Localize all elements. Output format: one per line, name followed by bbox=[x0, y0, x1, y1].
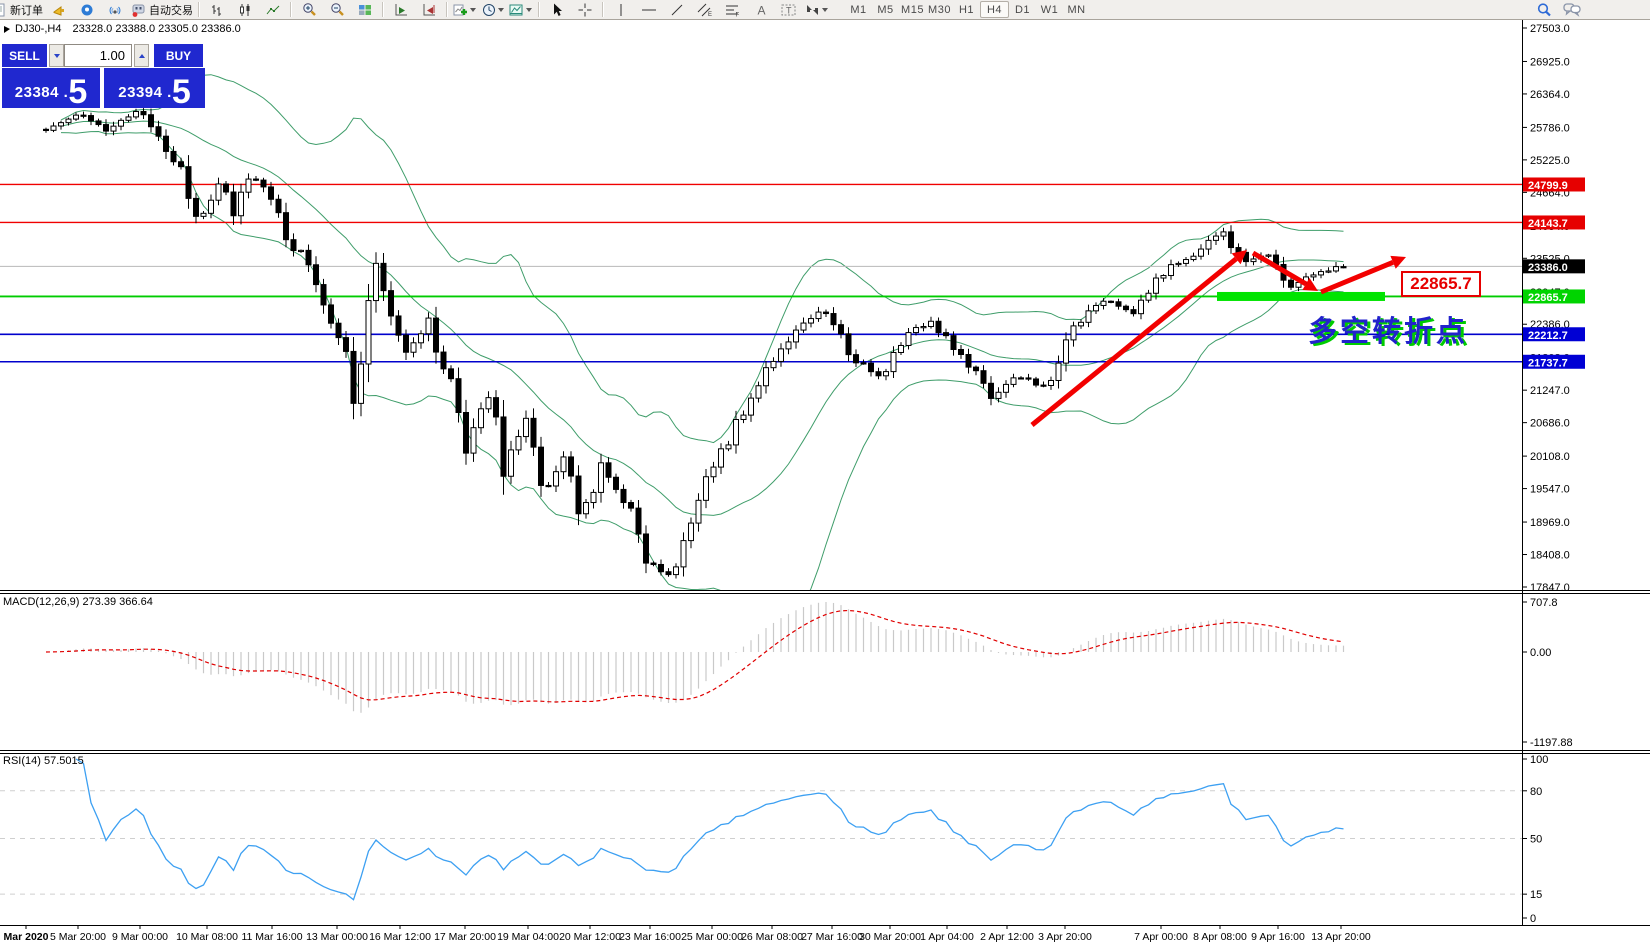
trend-arrow bbox=[1253, 253, 1306, 284]
date-axis-label: 2 Apr 12:00 bbox=[980, 931, 1034, 943]
chart-canvas[interactable]: 27503.026925.026364.025786.025225.024664… bbox=[0, 0, 1650, 946]
main-price-pane[interactable] bbox=[0, 75, 1522, 627]
date-axis-label: 9 Apr 16:00 bbox=[1251, 931, 1305, 943]
price-axis-label: 0 bbox=[1530, 913, 1536, 925]
symbol-marker-icon bbox=[4, 26, 10, 33]
price-axis-label: 18408.0 bbox=[1530, 550, 1570, 562]
price-tag-text: 22865.7 bbox=[1528, 292, 1568, 304]
price-axis-label: 26925.0 bbox=[1530, 56, 1570, 68]
date-axis-label: 13 Mar 00:00 bbox=[306, 931, 368, 943]
date-axis-label: 13 Apr 20:00 bbox=[1311, 931, 1371, 943]
price-axis-label: 21247.0 bbox=[1530, 385, 1570, 397]
price-callout-label[interactable]: 22865.7 bbox=[1401, 271, 1481, 297]
date-axis-label: 26 Mar 08:00 bbox=[741, 931, 803, 943]
date-axis-label: 17 Mar 20:00 bbox=[434, 931, 496, 943]
price-axis-label: 27503.0 bbox=[1530, 23, 1570, 35]
price-axis-label: 25786.0 bbox=[1530, 122, 1570, 134]
ohlc-values: 23328.0 23388.0 23305.0 23386.0 bbox=[73, 23, 241, 35]
date-axis-label: 30 Mar 20:00 bbox=[859, 931, 921, 943]
price-axis-label: -1197.88 bbox=[1530, 737, 1573, 749]
price-axis-label: 20108.0 bbox=[1530, 451, 1570, 463]
macd-pane[interactable] bbox=[46, 602, 1344, 713]
volume-input[interactable]: 1.00 bbox=[64, 44, 132, 67]
date-axis-label: 1 Apr 04:00 bbox=[920, 931, 974, 943]
triangle-up-icon bbox=[139, 51, 145, 58]
date-axis-label: 5 Mar 20:00 bbox=[50, 931, 106, 943]
price-axis-label: 25225.0 bbox=[1530, 155, 1570, 167]
date-axis-label: 11 Mar 16:00 bbox=[241, 931, 302, 943]
price-axis-label: 18969.0 bbox=[1530, 517, 1570, 529]
date-axis-label: Mar 2020 bbox=[4, 931, 49, 943]
buy-price-display[interactable]: 23394 .5 bbox=[104, 68, 205, 108]
rsi-pane[interactable] bbox=[0, 759, 1522, 900]
volume-decrease-button[interactable] bbox=[49, 44, 64, 67]
axes: 27503.026925.026364.025786.025225.024664… bbox=[0, 20, 1650, 943]
price-tag-text: 22212.7 bbox=[1528, 330, 1568, 342]
date-axis-label: 8 Apr 08:00 bbox=[1193, 931, 1247, 943]
date-axis-label: 7 Apr 00:00 bbox=[1134, 931, 1188, 943]
price-tag-text: 24799.9 bbox=[1528, 180, 1568, 192]
one-click-trading-panel: SELL 1.00 BUY 23384 .5 23394 .5 bbox=[2, 44, 205, 108]
price-tag-text: 24143.7 bbox=[1528, 218, 1568, 230]
date-axis-label: 20 Mar 12:00 bbox=[559, 931, 621, 943]
price-tag-text: 23386.0 bbox=[1528, 262, 1568, 274]
price-axis-label: 50 bbox=[1530, 834, 1542, 846]
date-axis-label: 27 Mar 16:00 bbox=[801, 931, 863, 943]
price-axis-label: 100 bbox=[1530, 754, 1548, 766]
buy-price-pip: 5 bbox=[172, 76, 191, 108]
date-axis-label: 25 Mar 00:00 bbox=[681, 931, 743, 943]
date-axis-label: 23 Mar 16:00 bbox=[619, 931, 681, 943]
price-tag-text: 21737.7 bbox=[1528, 357, 1568, 369]
buy-price-main: 23394 . bbox=[118, 84, 172, 108]
chart-header: DJ30-,H4 23328.0 23388.0 23305.0 23386.0 bbox=[15, 23, 241, 35]
trend-arrow bbox=[1032, 259, 1236, 425]
sell-price-main: 23384 . bbox=[15, 84, 69, 108]
pivot-annotation[interactable]: 多空转折点 bbox=[1308, 308, 1468, 350]
date-axis-label: 9 Mar 00:00 bbox=[112, 931, 168, 943]
price-axis-label: 26364.0 bbox=[1530, 89, 1570, 101]
price-axis-label: 0.00 bbox=[1530, 647, 1551, 659]
triangle-down-icon bbox=[54, 54, 60, 61]
macd-label: MACD(12,26,9) 273.39 366.64 bbox=[3, 596, 153, 608]
date-axis-label: 19 Mar 04:00 bbox=[497, 931, 559, 943]
support-zone-bar bbox=[1217, 292, 1385, 301]
price-axis-label: 20686.0 bbox=[1530, 418, 1570, 430]
price-axis-label: 80 bbox=[1530, 786, 1542, 798]
rsi-label: RSI(14) 57.5015 bbox=[3, 755, 84, 767]
volume-increase-button[interactable] bbox=[134, 44, 149, 67]
buy-button[interactable]: BUY bbox=[154, 44, 203, 67]
sell-price-display[interactable]: 23384 .5 bbox=[2, 68, 100, 108]
date-axis-label: 3 Apr 20:00 bbox=[1038, 931, 1092, 943]
sell-button[interactable]: SELL bbox=[2, 44, 47, 67]
symbol-period-label: DJ30-,H4 bbox=[15, 23, 61, 35]
price-axis-label: 19547.0 bbox=[1530, 484, 1570, 496]
date-axis-label: 16 Mar 12:00 bbox=[369, 931, 431, 943]
price-axis-label: 17847.0 bbox=[1530, 582, 1570, 594]
sell-price-pip: 5 bbox=[68, 76, 87, 108]
price-axis-label: 15 bbox=[1530, 889, 1542, 901]
date-axis-label: 10 Mar 08:00 bbox=[176, 931, 238, 943]
price-axis-label: 707.8 bbox=[1530, 597, 1558, 609]
